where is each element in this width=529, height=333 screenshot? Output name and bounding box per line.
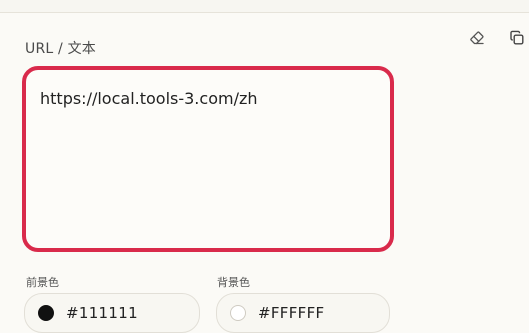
foreground-color-label: 前景色 xyxy=(26,276,59,289)
url-text-label: URL / 文本 xyxy=(25,41,96,57)
background-color-picker[interactable]: #FFFFFF xyxy=(216,293,390,333)
url-text-input[interactable]: https://local.tools-3.com/zh xyxy=(26,70,390,248)
eraser-icon xyxy=(469,30,485,46)
clear-button[interactable] xyxy=(466,27,488,49)
foreground-color-value: #111111 xyxy=(66,304,138,322)
copy-button[interactable] xyxy=(506,27,528,49)
background-color-value: #FFFFFF xyxy=(258,304,325,322)
copy-icon xyxy=(509,30,525,46)
top-divider xyxy=(0,0,529,13)
foreground-color-picker[interactable]: #111111 xyxy=(24,293,200,333)
background-color-label: 背景色 xyxy=(217,276,250,289)
content-input-wrapper: https://local.tools-3.com/zh xyxy=(22,66,394,252)
foreground-color-swatch xyxy=(38,305,54,321)
background-color-swatch xyxy=(230,305,246,321)
